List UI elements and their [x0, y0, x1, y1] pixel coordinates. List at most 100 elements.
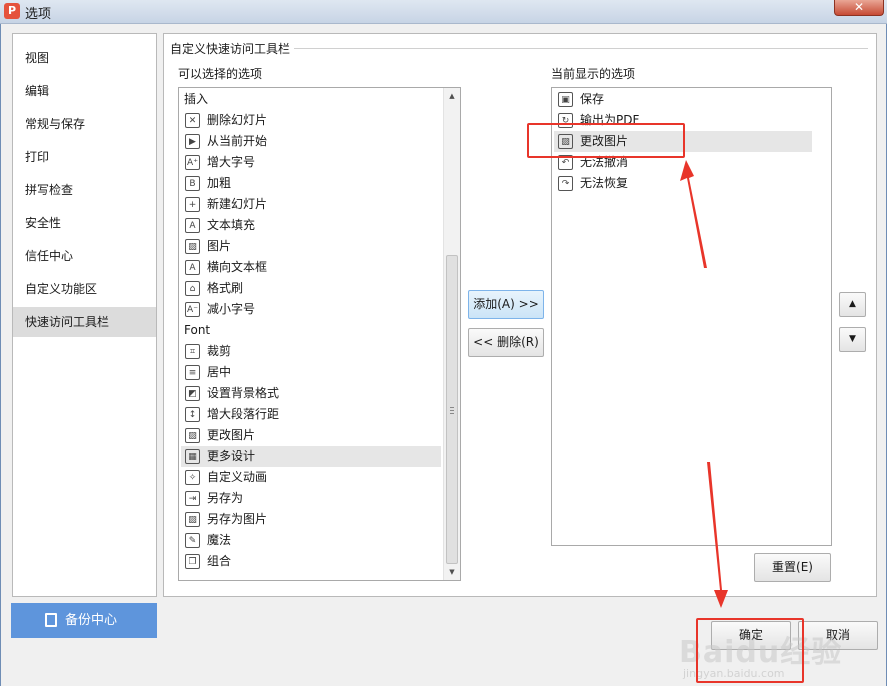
list-item-label: 从当前开始 — [207, 134, 268, 148]
sidebar-item[interactable]: 常规与保存 — [13, 109, 156, 139]
list-category-header[interactable]: Font — [181, 320, 441, 341]
list-item[interactable]: ≡ 居中 — [181, 362, 441, 383]
picture-icon: ▨ — [185, 239, 200, 254]
list-item-label: 图片 — [207, 239, 232, 253]
list-item[interactable]: ↻ 输出为PDF — [554, 110, 812, 131]
list-item-label: 另存为 — [207, 491, 244, 505]
list-item[interactable]: ▨ 图片 — [181, 236, 441, 257]
sidebar-nav: 视图 编辑 常规与保存 打印 拼写检查 安全性 信任中心 自定义功能区 快速访问工具栏 — [12, 33, 157, 597]
list-item-label: 更改图片 — [207, 428, 256, 442]
sidebar-item[interactable]: 快速访问工具栏 — [13, 307, 156, 337]
export-pdf-icon: ↻ — [558, 113, 573, 128]
crop-icon: ⌗ — [185, 344, 200, 359]
font-increase-icon: A⁺ — [185, 155, 200, 170]
reset-button[interactable]: 重置(E) — [754, 553, 831, 582]
remove-button[interactable]: << 删除(R) — [468, 328, 544, 357]
list-item[interactable]: ▶ 从当前开始 — [181, 131, 441, 152]
list-item-label: 魔法 — [207, 533, 232, 547]
scroll-down-arrow[interactable]: ▼ — [444, 564, 460, 580]
font-decrease-icon: A⁻ — [185, 302, 200, 317]
list-item[interactable]: ▦ 更多设计 — [181, 446, 441, 467]
list-item[interactable]: A⁻ 减小字号 — [181, 299, 441, 320]
list-item[interactable]: ▨ 另存为图片 — [181, 509, 441, 530]
content-panel: 自定义快速访问工具栏 可以选择的选项 当前显示的选项 ▲ ▼ 插入 ✕ 删除幻灯片 ▶… — [163, 33, 877, 597]
play-from-current-icon: ▶ — [185, 134, 200, 149]
list-item[interactable]: ▨ 更改图片 — [181, 425, 441, 446]
list-item[interactable]: ✧ 自定义动画 — [181, 467, 441, 488]
save-as-picture-icon: ▨ — [185, 512, 200, 527]
backup-center-label: 备份中心 — [65, 613, 118, 628]
list-item[interactable]: + 新建幻灯片 — [181, 194, 441, 215]
list-item[interactable]: B 加粗 — [181, 173, 441, 194]
scroll-thumb[interactable] — [446, 255, 458, 564]
cancel-button[interactable]: 取消 — [798, 621, 878, 650]
list-item[interactable]: ⌂ 格式刷 — [181, 278, 441, 299]
list-item[interactable]: ↶ 无法撤消 — [554, 152, 812, 173]
current-commands-list[interactable]: ▣ 保存 ↻ 输出为PDF ▨ 更改图片 ↶ 无法撤消 ↷ 无法恢复 — [551, 87, 832, 546]
background-format-icon: ◩ — [185, 386, 200, 401]
add-button[interactable]: 添加(A) >> — [468, 290, 544, 319]
sidebar-item[interactable]: 打印 — [13, 142, 156, 172]
list-item-label: 无法撤消 — [580, 155, 629, 169]
save-icon: ▣ — [558, 92, 573, 107]
available-commands-list[interactable]: ▲ ▼ 插入 ✕ 删除幻灯片 ▶ 从当前开始 A⁺ 增大字号 B 加粗 + 新建幻灯片 A 文本填充 ▨ 图… — [178, 87, 461, 581]
wps-app-icon: P — [4, 3, 20, 19]
list-item[interactable]: A 横向文本框 — [181, 257, 441, 278]
list-item[interactable]: A⁺ 增大字号 — [181, 152, 441, 173]
list-category-header[interactable]: 插入 — [181, 89, 441, 110]
backup-center-button[interactable]: 备份中心 — [11, 603, 157, 638]
list-item[interactable]: ▣ 保存 — [554, 89, 812, 110]
list-item-label: 格式刷 — [207, 281, 244, 295]
list-item[interactable]: ❐ 组合 — [181, 551, 441, 572]
list-item[interactable]: ✕ 删除幻灯片 — [181, 110, 441, 131]
group-title: 自定义快速访问工具栏 — [170, 40, 295, 57]
list-item[interactable]: ▨ 更改图片 — [554, 131, 812, 152]
list-item[interactable]: ⌗ 裁剪 — [181, 341, 441, 362]
available-scrollbar[interactable]: ▲ ▼ — [443, 88, 460, 580]
list-item[interactable]: ↕ 增大段落行距 — [181, 404, 441, 425]
format-painter-icon: ⌂ — [185, 281, 200, 296]
list-item-label: Font — [184, 323, 211, 337]
list-item-label: 居中 — [207, 365, 232, 379]
sidebar-item[interactable]: 安全性 — [13, 208, 156, 238]
list-item[interactable]: ↷ 无法恢复 — [554, 173, 812, 194]
list-item-label: 更多设计 — [207, 449, 256, 463]
list-item-label: 自定义动画 — [207, 470, 268, 484]
sidebar-item[interactable]: 编辑 — [13, 76, 156, 106]
sidebar-item[interactable]: 视图 — [13, 43, 156, 73]
list-item[interactable]: ◩ 设置背景格式 — [181, 383, 441, 404]
move-up-button[interactable]: ▲ — [839, 292, 866, 317]
delete-slide-icon: ✕ — [185, 113, 200, 128]
horizontal-textbox-icon: A — [185, 260, 200, 275]
line-spacing-icon: ↕ — [185, 407, 200, 422]
scroll-up-arrow[interactable]: ▲ — [444, 88, 460, 104]
list-item[interactable]: A 文本填充 — [181, 215, 441, 236]
list-item-label: 插入 — [184, 92, 209, 106]
available-list-label: 可以选择的选项 — [178, 67, 263, 81]
list-item-label: 保存 — [580, 92, 605, 106]
list-item-label: 文本填充 — [207, 218, 256, 232]
dialog-title: 选项 — [25, 7, 52, 22]
options-dialog: 视图 编辑 常规与保存 打印 拼写检查 安全性 信任中心 自定义功能区 快速访问工具栏 备份中心… — [0, 24, 887, 686]
list-item-label: 组合 — [207, 554, 232, 568]
group-icon: ❐ — [185, 554, 200, 569]
list-item-label: 新建幻灯片 — [207, 197, 268, 211]
sidebar-item[interactable]: 拼写检查 — [13, 175, 156, 205]
backup-icon — [45, 613, 57, 627]
list-item-label: 横向文本框 — [207, 260, 268, 274]
list-item-label: 更改图片 — [580, 134, 629, 148]
sidebar-item[interactable]: 信任中心 — [13, 241, 156, 271]
align-center-icon: ≡ — [185, 365, 200, 380]
list-item[interactable]: ✎ 魔法 — [181, 530, 441, 551]
scroll-grip-icon — [450, 406, 454, 414]
new-slide-icon: + — [185, 197, 200, 212]
current-list-label: 当前显示的选项 — [551, 67, 636, 81]
list-item-label: 无法恢复 — [580, 176, 629, 190]
sidebar-item[interactable]: 自定义功能区 — [13, 274, 156, 304]
ok-button[interactable]: 确定 — [711, 621, 791, 650]
list-item[interactable]: ⇥ 另存为 — [181, 488, 441, 509]
list-item-label: 删除幻灯片 — [207, 113, 268, 127]
list-item-label: 加粗 — [207, 176, 232, 190]
close-button[interactable]: ✕ — [834, 0, 884, 16]
move-down-button[interactable]: ▼ — [839, 327, 866, 352]
